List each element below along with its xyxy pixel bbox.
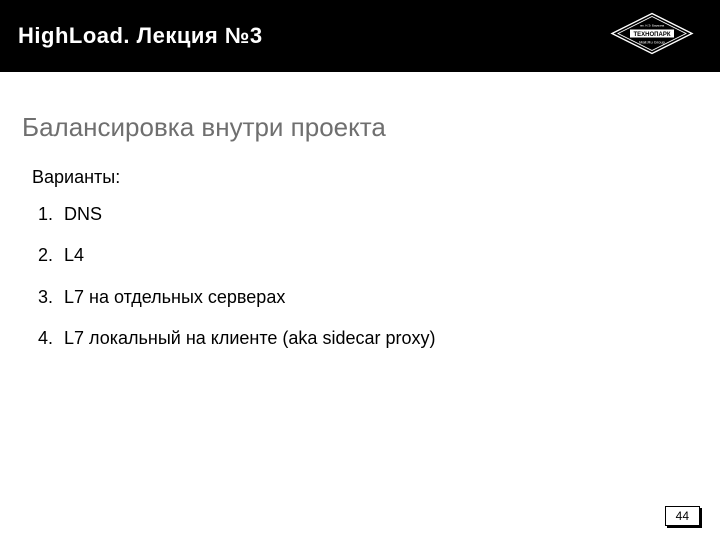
options-label: Варианты:	[32, 167, 720, 188]
slide-header: HighLoad. Лекция №3 им. Н.Э. Баумана ТЕХ…	[0, 0, 720, 72]
svg-text:Mail.Ru Group: Mail.Ru Group	[639, 40, 666, 45]
technopark-logo: им. Н.Э. Баумана ТЕХНОПАРК Mail.Ru Group	[602, 6, 702, 67]
list-item: DNS	[58, 194, 720, 235]
page-number: 44	[665, 506, 700, 526]
header-title: HighLoad. Лекция №3	[18, 23, 263, 49]
svg-text:ТЕХНОПАРК: ТЕХНОПАРК	[634, 32, 671, 38]
svg-text:им. Н.Э. Баумана: им. Н.Э. Баумана	[640, 24, 665, 28]
slide: HighLoad. Лекция №3 им. Н.Э. Баумана ТЕХ…	[0, 0, 720, 540]
list-item: L7 локальный на клиенте (aka sidecar pro…	[58, 318, 720, 359]
options-list: DNS L4 L7 на отдельных серверах L7 локал…	[58, 194, 720, 360]
list-item: L7 на отдельных серверах	[58, 277, 720, 318]
list-item: L4	[58, 235, 720, 276]
section-title: Балансировка внутри проекта	[22, 112, 720, 143]
